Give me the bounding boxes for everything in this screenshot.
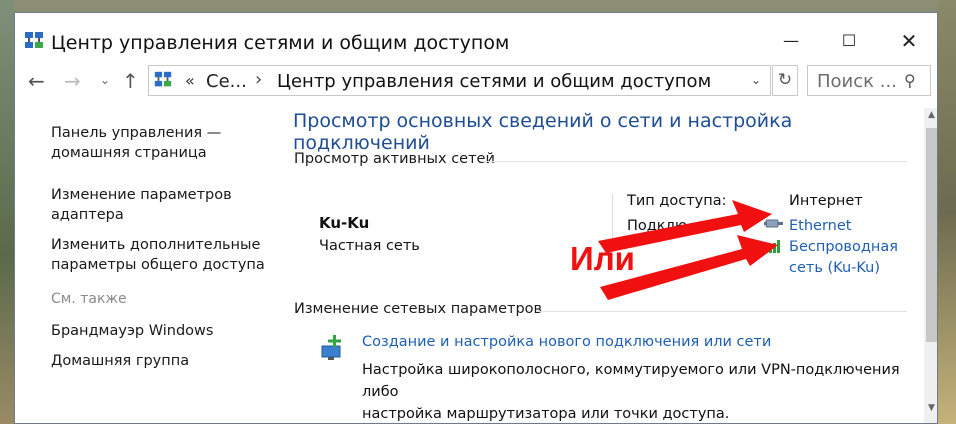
- wifi-signal-icon: [765, 240, 780, 253]
- recent-locations-button[interactable]: ⌄: [100, 73, 110, 87]
- minimize-button[interactable]: —: [776, 29, 806, 53]
- desktop-background-right: [938, 0, 956, 424]
- vertical-scrollbar[interactable]: ▲ ▼: [924, 108, 937, 423]
- ethernet-icon: [764, 219, 783, 228]
- main-content: Просмотр основных сведений о сети и наст…: [293, 108, 925, 423]
- sidebar-item-label: параметры общего доступа: [51, 257, 265, 273]
- refresh-button[interactable]: ↻: [772, 65, 798, 96]
- active-networks-heading: Просмотр активных сетей: [294, 151, 495, 167]
- new-connection-link[interactable]: Создание и настройка нового подключения …: [362, 334, 771, 350]
- breadcrumb-item-parent[interactable]: Се...: [206, 71, 247, 92]
- breadcrumb-item-current[interactable]: Центр управления сетями и общим доступом: [277, 71, 711, 92]
- scroll-up-button[interactable]: ▲: [924, 110, 937, 120]
- sidebar-item-control-panel-home[interactable]: Панель управления — домашняя страница: [51, 123, 221, 163]
- access-type-label: Тип доступа:: [627, 193, 727, 209]
- sidebar-item-firewall[interactable]: Брандмауэр Windows: [51, 321, 213, 341]
- connections-label: Подклю: [627, 218, 688, 234]
- sidebar-item-sharing-settings[interactable]: Изменить дополнительные параметры общего…: [51, 235, 265, 275]
- description-line: настройка маршрутизатора или точки досту…: [362, 406, 730, 422]
- see-also-heading: См. также: [51, 291, 127, 307]
- address-dropdown-button[interactable]: ⌄: [751, 73, 761, 87]
- wireless-connection-link[interactable]: Беспроводная сеть (Ku-Ku): [789, 237, 898, 279]
- section-divider: [481, 161, 907, 162]
- search-icon[interactable]: ⚲: [904, 71, 916, 90]
- breadcrumb-separator[interactable]: ›: [255, 69, 262, 90]
- scrollbar-thumb[interactable]: [926, 128, 937, 342]
- access-type-value: Интернет: [789, 193, 863, 209]
- window-title: Центр управления сетями и общим доступом: [51, 32, 510, 54]
- sidebar-item-homegroup[interactable]: Домашняя группа: [51, 351, 189, 371]
- sidebar-item-label: Изменить дополнительные: [51, 237, 261, 253]
- network-profile-type: Частная сеть: [319, 238, 420, 254]
- address-bar[interactable]: « Се... › Центр управления сетями и общи…: [148, 65, 771, 96]
- vertical-divider: [612, 194, 613, 268]
- sidebar-item-label: адаптера: [51, 207, 124, 223]
- control-panel-window: Центр управления сетями и общим доступом…: [14, 12, 938, 424]
- sidebar-item-label: домашняя страница: [51, 145, 207, 161]
- sidebar: Панель управления — домашняя страница Из…: [15, 108, 277, 423]
- wireless-connection-label: Беспроводная: [789, 239, 898, 255]
- forward-button[interactable]: →: [64, 69, 81, 93]
- new-connection-icon: [321, 335, 341, 360]
- navigation-bar: ← → ⌄ ↑ « Се... › Центр управления сетям…: [15, 63, 937, 101]
- up-button[interactable]: ↑: [122, 69, 139, 93]
- network-center-icon: [25, 32, 43, 48]
- breadcrumb-overflow-button[interactable]: «: [185, 71, 195, 90]
- change-settings-heading: Изменение сетевых параметров: [294, 301, 543, 317]
- search-box[interactable]: Поиск ... ⚲: [807, 65, 931, 96]
- wireless-connection-label: сеть (Ku-Ku): [789, 260, 880, 276]
- section-divider: [536, 311, 907, 312]
- title-bar[interactable]: Центр управления сетями и общим доступом…: [15, 13, 937, 59]
- sidebar-item-label: Панель управления —: [51, 125, 222, 141]
- sidebar-item-adapter-settings[interactable]: Изменение параметров адаптера: [51, 185, 232, 225]
- back-button[interactable]: ←: [28, 69, 45, 93]
- desktop-background-left: [0, 0, 14, 424]
- search-input[interactable]: Поиск ...: [817, 71, 897, 92]
- sidebar-item-label: Изменение параметров: [51, 187, 232, 203]
- maximize-button[interactable]: ☐: [834, 29, 864, 53]
- ethernet-connection-link[interactable]: Ethernet: [789, 216, 851, 237]
- page-title: Просмотр основных сведений о сети и наст…: [293, 110, 793, 154]
- network-center-icon: [154, 71, 172, 87]
- description-line: Настройка широкополосного, коммутируемог…: [362, 362, 900, 400]
- scroll-down-button[interactable]: ▼: [924, 403, 937, 413]
- new-connection-description: Настройка широкополосного, коммутируемог…: [362, 359, 922, 423]
- network-name: Ku-Ku: [319, 214, 370, 232]
- close-button[interactable]: ✕: [894, 29, 924, 53]
